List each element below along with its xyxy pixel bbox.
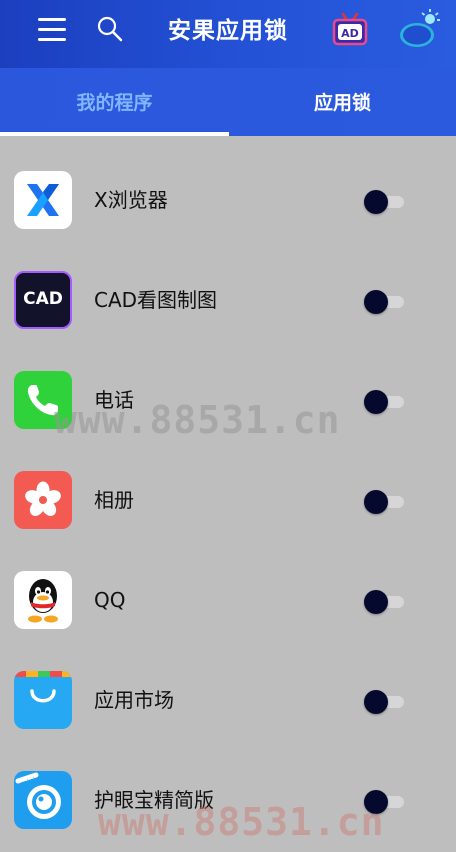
app-list: X浏览器 CAD CAD看图制图 电话 相册 QQ 应用市场 mini 护眼宝精… (0, 138, 456, 838)
tab-bar: 我的程序 应用锁 (0, 68, 456, 136)
qq-icon (14, 571, 72, 629)
lock-toggle[interactable] (364, 290, 404, 314)
list-item[interactable]: mini 护眼宝精简版 (0, 738, 456, 838)
list-item[interactable]: 应用市场 (0, 638, 456, 738)
app-market-icon (14, 671, 72, 729)
gallery-icon (14, 471, 72, 529)
list-item[interactable]: 电话 (0, 338, 456, 438)
list-item[interactable]: QQ (0, 538, 456, 638)
app-name: 电话 (94, 388, 134, 412)
app-name: X浏览器 (94, 188, 168, 212)
list-item[interactable]: CAD CAD看图制图 (0, 238, 456, 338)
app-name: QQ (94, 588, 126, 612)
tab-app-lock[interactable]: 应用锁 (229, 68, 456, 136)
top-app-bar: 安果应用锁 AD (0, 0, 456, 68)
app-name: 护眼宝精简版 (94, 788, 214, 812)
search-icon[interactable] (95, 14, 125, 44)
cad-icon: CAD (14, 271, 72, 329)
ad-icon[interactable]: AD (331, 12, 369, 46)
lock-toggle[interactable] (364, 490, 404, 514)
lock-toggle[interactable] (364, 190, 404, 214)
lock-toggle[interactable] (364, 390, 404, 414)
app-name: 相册 (94, 488, 134, 512)
lock-toggle[interactable] (364, 690, 404, 714)
cad-icon-text: CAD (23, 289, 63, 309)
phone-icon (14, 371, 72, 429)
x-browser-icon (14, 171, 72, 229)
app-name: CAD看图制图 (94, 288, 218, 312)
theme-icon[interactable] (396, 8, 442, 50)
app-name: 应用市场 (94, 688, 174, 712)
menu-icon[interactable] (38, 18, 66, 42)
active-tab-indicator (0, 132, 229, 136)
list-item[interactable]: X浏览器 (0, 138, 456, 238)
app-title: 安果应用锁 (168, 18, 288, 44)
lock-toggle[interactable] (364, 590, 404, 614)
eye-care-icon: mini (14, 771, 72, 829)
lock-toggle[interactable] (364, 790, 404, 814)
ad-label: AD (341, 27, 359, 40)
tab-my-programs[interactable]: 我的程序 (0, 68, 229, 136)
list-item[interactable]: 相册 (0, 438, 456, 538)
